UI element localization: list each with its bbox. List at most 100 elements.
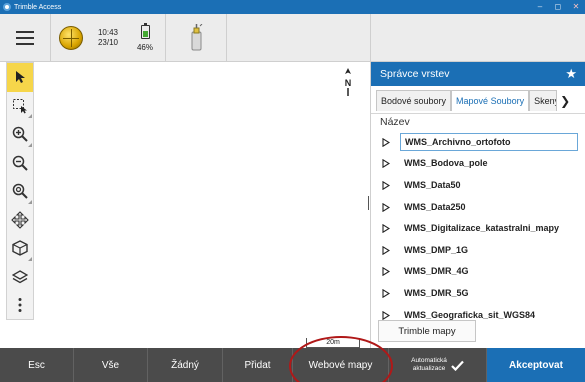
gnss-receiver-icon <box>191 23 203 50</box>
north-label: N <box>344 78 352 88</box>
status-bar: 10:43 23/10 46% <box>0 13 370 62</box>
play-triangle-icon[interactable] <box>382 202 390 212</box>
checkmark-icon <box>451 360 464 371</box>
cube-icon <box>12 240 28 257</box>
play-triangle-icon[interactable] <box>382 137 390 147</box>
layer-name: WMS_Archivno_ortofoto <box>400 132 578 151</box>
tab-map-files[interactable]: Mapové Soubory <box>451 90 530 111</box>
zoom-extents-tool[interactable] <box>7 177 33 206</box>
auto-update-label-line2: aktualizace <box>412 365 446 372</box>
softkey-bar: Esc Vše Žádný Přidat Webové mapy Automat… <box>0 348 585 382</box>
layer-name: WMS_Digitalizace_katastralni_mapy <box>404 223 560 234</box>
play-triangle-icon[interactable] <box>382 159 390 169</box>
play-triangle-icon[interactable] <box>382 267 390 277</box>
list-item[interactable]: WMS_DMR_4G <box>371 261 585 283</box>
zoom-out-tool[interactable] <box>7 149 33 178</box>
auto-update-label: Automatická aktualizace <box>411 357 447 373</box>
add-button[interactable]: Přidat <box>223 348 293 382</box>
hamburger-icon <box>16 30 34 33</box>
select-tool[interactable] <box>7 63 33 92</box>
box-select-tool[interactable] <box>7 92 33 121</box>
play-triangle-icon[interactable] <box>382 310 390 320</box>
layer-name: WMS_DMP_1G <box>404 244 469 255</box>
zoom-in-icon <box>12 127 28 142</box>
play-triangle-icon[interactable] <box>382 245 390 255</box>
maximize-button[interactable]: ◻ <box>549 0 567 14</box>
layer-name: WMS_DMR_4G <box>404 266 469 277</box>
layer-tabs: Bodové soubory Mapové Soubory Skeny ❯ <box>371 88 585 114</box>
esc-button[interactable]: Esc <box>0 348 74 382</box>
submenu-corner <box>28 256 32 261</box>
web-maps-button[interactable]: Webové mapy <box>293 348 389 382</box>
map-toolbar <box>6 62 34 320</box>
layer-manager-panel: Správce vrstev ★ Bodové soubory Mapové S… <box>370 62 585 348</box>
layers-tool[interactable] <box>7 263 33 292</box>
zoom-out-icon <box>12 155 28 171</box>
north-arrow: N <box>342 68 354 98</box>
list-item[interactable]: WMS_Data250 <box>371 196 585 218</box>
north-arrow-tail <box>347 88 349 96</box>
play-triangle-icon[interactable] <box>382 180 390 190</box>
battery-fill <box>142 31 148 37</box>
favorite-star-icon[interactable]: ★ <box>565 66 577 82</box>
layer-list: WMS_Archivno_ortofoto WMS_Bodova_pole WM… <box>371 131 585 325</box>
view-3d-tool[interactable] <box>7 234 33 263</box>
list-item[interactable]: WMS_Bodova_pole <box>371 153 585 175</box>
zoom-extents-icon <box>12 184 28 199</box>
submenu-corner <box>28 114 32 118</box>
layer-name: WMS_Data50 <box>404 179 461 190</box>
submenu-corner <box>28 142 32 147</box>
play-triangle-icon[interactable] <box>382 288 390 298</box>
tab-scans[interactable]: Skeny <box>529 90 558 111</box>
box-select-icon <box>13 98 27 114</box>
select-none-button[interactable]: Žádný <box>148 348 223 382</box>
play-triangle-icon[interactable] <box>382 224 390 234</box>
list-item[interactable]: WMS_DMP_1G <box>371 239 585 261</box>
more-tools-button[interactable] <box>7 291 33 320</box>
arrow-pointer-icon <box>16 71 25 84</box>
list-item[interactable]: WMS_DMR_5G <box>371 282 585 304</box>
panel-header-area <box>370 14 585 62</box>
time-text: 10:43 <box>97 27 119 37</box>
date-time: 10:43 23/10 <box>91 28 125 48</box>
globe-icon <box>59 25 83 50</box>
auto-update-toggle[interactable]: Automatická aktualizace <box>389 348 487 382</box>
trimble-maps-button[interactable]: Trimble mapy <box>378 320 476 342</box>
window-title-bar: Trimble Access – ◻ ✕ <box>0 0 585 14</box>
map-view[interactable]: N 20m <box>34 62 370 348</box>
tab-point-files[interactable]: Bodové soubory <box>376 90 452 111</box>
window-title: Trimble Access <box>14 3 62 11</box>
zoom-in-tool[interactable] <box>7 120 33 149</box>
date-text: 23/10 <box>97 37 119 47</box>
pan-tool[interactable] <box>7 206 33 235</box>
hamburger-icon-line <box>16 42 34 45</box>
select-all-button[interactable]: Vše <box>74 348 148 382</box>
battery-percent: 46% <box>136 43 153 52</box>
pan-arrows-icon <box>11 210 29 229</box>
instrument-status-button[interactable] <box>166 14 226 62</box>
submenu-corner <box>28 199 32 204</box>
accept-button[interactable]: Akceptovat <box>487 348 585 382</box>
window-controls: – ◻ ✕ <box>531 0 585 14</box>
layer-name: WMS_DMR_5G <box>404 287 469 298</box>
battery-status[interactable]: 46% <box>125 23 165 52</box>
grip-line <box>368 196 369 210</box>
auto-update-label-line1: Automatická <box>411 357 447 364</box>
layers-icon <box>12 270 28 283</box>
list-item[interactable]: WMS_Digitalizace_katastralni_mapy <box>371 217 585 239</box>
chevron-right-icon[interactable]: ❯ <box>560 94 570 108</box>
hamburger-icon-line <box>16 36 34 39</box>
battery-icon <box>140 23 150 39</box>
list-item[interactable]: WMS_Archivno_ortofoto <box>371 131 585 153</box>
column-header-name: Název <box>380 116 410 128</box>
minimize-button[interactable]: – <box>531 0 549 14</box>
more-vertical-icon <box>18 298 22 313</box>
layer-name: WMS_Data250 <box>404 201 466 212</box>
close-window-button[interactable]: ✕ <box>567 0 585 14</box>
scale-bar: 20m <box>306 338 360 348</box>
trimble-app-icon <box>3 3 11 11</box>
status-bar-spacer <box>227 14 370 62</box>
menu-button[interactable] <box>0 14 50 62</box>
gnss-status-button[interactable] <box>51 14 91 62</box>
list-item[interactable]: WMS_Data50 <box>371 174 585 196</box>
